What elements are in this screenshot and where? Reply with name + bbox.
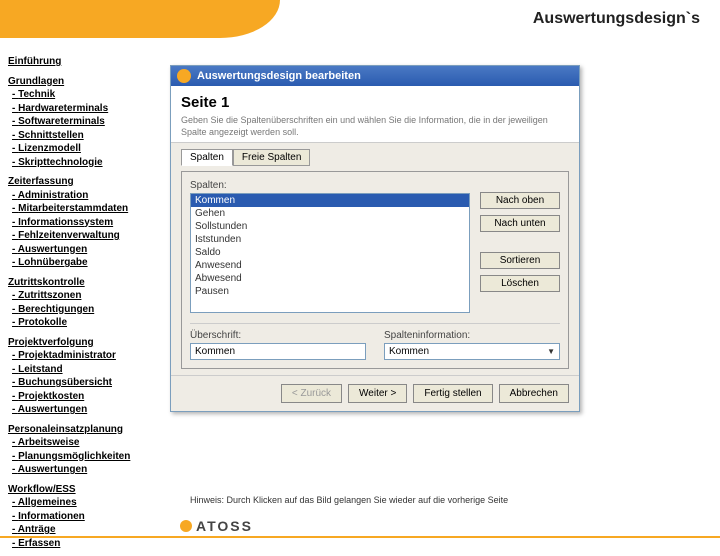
nav-item[interactable]: Hardwareterminals bbox=[12, 102, 158, 116]
list-item[interactable]: Gehen bbox=[191, 207, 469, 220]
nav-item[interactable]: Technik bbox=[12, 88, 158, 102]
nav-item[interactable]: Softwareterminals bbox=[12, 115, 158, 129]
nav-item[interactable]: Auswertungen bbox=[12, 403, 158, 417]
page-title: Auswertungsdesign`s bbox=[533, 10, 700, 28]
nav-item[interactable]: Anträge bbox=[12, 523, 158, 537]
nav-item[interactable]: Fehlzeitenverwaltung bbox=[12, 229, 158, 243]
list-item[interactable]: Abwesend bbox=[191, 272, 469, 285]
dialog-body: Spalten Freie Spalten Spalten: KommenGeh… bbox=[171, 143, 579, 375]
nav-item[interactable]: Arbeitsweise bbox=[12, 436, 158, 450]
list-item[interactable]: Sollstunden bbox=[191, 220, 469, 233]
list-item[interactable]: Kommen bbox=[191, 194, 469, 207]
dialog-description: Geben Sie die Spaltenüberschriften ein u… bbox=[181, 115, 569, 138]
divider bbox=[190, 323, 560, 324]
tab-free-columns[interactable]: Freie Spalten bbox=[233, 149, 310, 166]
dialog-heading: Seite 1 bbox=[181, 94, 569, 111]
header-swoosh: Auswertungsdesign`s bbox=[0, 0, 720, 45]
nav-item[interactable]: Buchungsübersicht bbox=[12, 376, 158, 390]
nav-item[interactable]: Informationssystem bbox=[12, 216, 158, 230]
nav-item[interactable]: Auswertungen bbox=[12, 243, 158, 257]
brand-logo: ATOSS bbox=[180, 518, 253, 534]
caption-label: Überschrift: bbox=[190, 330, 366, 341]
swoosh-shape bbox=[0, 0, 280, 38]
cancel-button[interactable]: Abbrechen bbox=[499, 384, 569, 403]
nav-item[interactable]: Leitstand bbox=[12, 363, 158, 377]
nav-section-personaleinsatzplanung[interactable]: Personaleinsatzplanung bbox=[8, 423, 158, 437]
dialog-header: Seite 1 Geben Sie die Spaltenüberschrift… bbox=[171, 86, 579, 143]
move-up-button[interactable]: Nach oben bbox=[480, 192, 560, 209]
sort-button[interactable]: Sortieren bbox=[480, 252, 560, 269]
nav-item[interactable]: Protokolle bbox=[12, 316, 158, 330]
nav-item[interactable]: Informationen bbox=[12, 510, 158, 524]
nav-section-zutrittskontrolle[interactable]: Zutrittskontrolle bbox=[8, 276, 158, 290]
nav-section-projektverfolgung[interactable]: Projektverfolgung bbox=[8, 336, 158, 350]
nav-item[interactable]: Lohnübergabe bbox=[12, 256, 158, 270]
nav-section-grundlagen[interactable]: Grundlagen bbox=[8, 75, 158, 89]
nav-item[interactable]: Allgemeines bbox=[12, 496, 158, 510]
list-item[interactable]: Saldo bbox=[191, 246, 469, 259]
dialog-titlebar: Auswertungsdesign bearbeiten bbox=[171, 66, 579, 86]
dialog-footer: < Zurück Weiter > Fertig stellen Abbrech… bbox=[171, 375, 579, 411]
tab-bar: Spalten Freie Spalten bbox=[181, 149, 569, 166]
dialog-title-text: Auswertungsdesign bearbeiten bbox=[197, 70, 361, 82]
nav-section-einführung[interactable]: Einführung bbox=[8, 55, 158, 69]
brand-text: ATOSS bbox=[196, 518, 253, 534]
back-button[interactable]: < Zurück bbox=[281, 384, 342, 403]
list-item[interactable]: Anwesend bbox=[191, 259, 469, 272]
app-icon bbox=[177, 69, 191, 83]
nav-item[interactable]: Berechtigungen bbox=[12, 303, 158, 317]
dialog-edit-report-design: Auswertungsdesign bearbeiten Seite 1 Geb… bbox=[170, 65, 580, 412]
tab-content: Spalten: KommenGehenSollstundenIststunde… bbox=[181, 171, 569, 369]
nav-item[interactable]: Projektadministrator bbox=[12, 349, 158, 363]
nav-section-zeiterfassung[interactable]: Zeiterfassung bbox=[8, 175, 158, 189]
sidebar-nav: Einführung GrundlagenTechnikHardwaretermi… bbox=[8, 55, 158, 556]
nav-item[interactable]: Mitarbeiterstammdaten bbox=[12, 202, 158, 216]
delete-button[interactable]: Löschen bbox=[480, 275, 560, 292]
column-info-dropdown[interactable]: Kommen ▼ bbox=[384, 343, 560, 360]
nav-item[interactable]: Lizenzmodell bbox=[12, 142, 158, 156]
nav-item[interactable]: Erfassen bbox=[12, 537, 158, 551]
nav-item[interactable]: Planungsmöglichkeiten bbox=[12, 450, 158, 464]
hint-text: Hinweis: Durch Klicken auf das Bild gela… bbox=[190, 495, 508, 505]
nav-section-workflow/ess[interactable]: Workflow/ESS bbox=[8, 483, 158, 497]
brand-dot-icon bbox=[180, 520, 192, 532]
nav-item[interactable]: Skripttechnologie bbox=[12, 156, 158, 170]
nav-item[interactable]: Auswertungen bbox=[12, 463, 158, 477]
columns-listbox[interactable]: KommenGehenSollstundenIststundenSaldoAnw… bbox=[190, 193, 470, 313]
column-info-value: Kommen bbox=[389, 346, 429, 357]
tab-columns[interactable]: Spalten bbox=[181, 149, 233, 166]
next-button[interactable]: Weiter > bbox=[348, 384, 407, 403]
list-item[interactable]: Pausen bbox=[191, 285, 469, 298]
column-info-label: Spalteninformation: bbox=[384, 330, 560, 341]
nav-item[interactable]: Zutrittszonen bbox=[12, 289, 158, 303]
caption-input[interactable] bbox=[190, 343, 366, 360]
nav-item[interactable]: Administration bbox=[12, 189, 158, 203]
nav-item[interactable]: Schnittstellen bbox=[12, 129, 158, 143]
footer-line bbox=[0, 536, 720, 538]
list-item[interactable]: Iststunden bbox=[191, 233, 469, 246]
columns-list-label: Spalten: bbox=[190, 180, 470, 191]
chevron-down-icon: ▼ bbox=[547, 347, 555, 356]
finish-button[interactable]: Fertig stellen bbox=[413, 384, 492, 403]
move-down-button[interactable]: Nach unten bbox=[480, 215, 560, 232]
nav-item[interactable]: Projektkosten bbox=[12, 390, 158, 404]
